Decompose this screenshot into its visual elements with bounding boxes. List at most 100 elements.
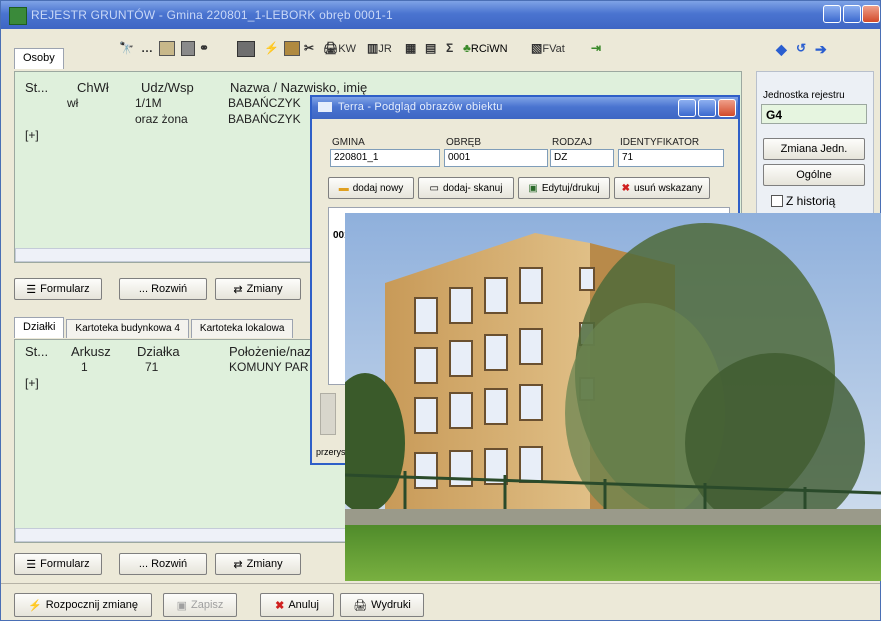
dodaj-nowy-button[interactable]: ▬ dodaj nowy <box>328 177 414 199</box>
rodzaj-field[interactable]: DZ <box>550 149 614 167</box>
rozwin-bottom-button[interactable]: ... Rozwiń <box>119 553 207 575</box>
more-icon[interactable]: … <box>141 41 153 55</box>
sum-icon[interactable]: Σ <box>446 41 453 55</box>
exit-icon[interactable]: ⇥ <box>591 41 601 55</box>
wydruki-button[interactable]: 🖨 Wydruki <box>340 593 424 617</box>
link-icon[interactable]: ⚭ <box>199 41 209 55</box>
formularz-top-label: Formularz <box>40 283 90 295</box>
folder-icon: ▬ <box>338 182 349 194</box>
book-jr-icon[interactable]: ▥JR <box>367 41 392 55</box>
lightning-icon-2: ⚡ <box>27 599 42 612</box>
expand-plus-d[interactable]: [+] <box>25 376 39 390</box>
toolbar-rciwn-label: RCiWN <box>470 43 508 55</box>
cell-polozenie[interactable]: KOMUNY PAR <box>229 360 309 374</box>
wydruki-label: Wydruki <box>371 599 411 611</box>
dialog-close-button[interactable] <box>718 99 736 117</box>
main-titlebar[interactable]: REJESTR GRUNTÓW - Gmina 220801_1-LEBORK … <box>1 1 880 29</box>
copy-icon[interactable] <box>284 41 300 56</box>
cell-nazwa-2[interactable]: BABAŃCZYK <box>228 112 301 126</box>
dialog-side-button[interactable] <box>320 393 336 435</box>
dialog-minimize-button[interactable] <box>678 99 696 117</box>
minimize-button[interactable] <box>823 5 841 23</box>
printer-icon: 🖨 <box>353 599 368 612</box>
list-icon-2: ☰ <box>26 558 37 571</box>
col-chwl: ChWł <box>77 80 109 95</box>
ogolne-button[interactable]: Ogólne <box>763 164 865 186</box>
image-icon: ▣ <box>528 182 538 194</box>
dialog-icon <box>318 102 332 112</box>
zmiany-bottom-button[interactable]: ⇄ Zmiany <box>215 553 301 575</box>
col-dzialka: Działka <box>137 344 180 359</box>
photo-svg <box>345 213 881 581</box>
arrow-right-icon[interactable]: ➔ <box>815 41 827 58</box>
zmiana-jedn-button[interactable]: Zmiana Jedn. <box>763 138 865 160</box>
cell-udz-2[interactable]: oraz żona <box>135 112 188 126</box>
rozpocznij-label: Rozpocznij zmianę <box>45 599 139 611</box>
calculator-icon[interactable]: ▤ <box>425 41 436 55</box>
usun-label: usuń wskazany <box>634 182 703 194</box>
cell-arkusz[interactable]: 1 <box>81 360 88 374</box>
dodaj-skanuj-button[interactable]: ▭ dodaj- skanuj <box>418 177 514 199</box>
undo-icon[interactable]: ↺ <box>796 41 806 55</box>
col-nazwa: Nazwa / Nazwisko, imię <box>230 80 368 95</box>
cell-nazwa[interactable]: BABAŃCZYK <box>228 96 301 110</box>
expand-plus[interactable]: [+] <box>25 128 39 142</box>
rciwn-icon[interactable]: ♣RCiWN <box>463 41 508 55</box>
cell-chwl[interactable]: wł <box>67 96 78 110</box>
jednostka-label: Jednostka rejestru <box>763 90 845 101</box>
jednostka-value: G4 <box>761 104 867 124</box>
col-arkusz: Arkusz <box>71 344 111 359</box>
app-logo-icon <box>9 7 27 25</box>
zmiany-top-button[interactable]: ⇄ Zmiany <box>215 278 301 300</box>
scissors-icon[interactable]: ✂ <box>304 41 314 55</box>
building-icon[interactable] <box>159 41 175 56</box>
zmiany-bottom-label: Zmiany <box>246 558 283 570</box>
rozwin-top-button[interactable]: ... Rozwiń <box>119 278 207 300</box>
lower-tabs: Działki Kartoteka budynkowa 4 Kartoteka … <box>14 317 295 338</box>
edytuj-button[interactable]: ▣ Edytuj/drukuj <box>518 177 610 199</box>
rozpocznij-button[interactable]: ⚡ Rozpocznij zmianę <box>14 593 152 617</box>
printer-kw-icon[interactable]: 🖨KW <box>323 41 356 55</box>
zapisz-button[interactable]: ▣ Zapisz <box>163 593 237 617</box>
tab-dzialki[interactable]: Działki <box>14 317 65 338</box>
binoculars-icon[interactable]: 🔭 <box>119 41 134 55</box>
z-historia-checkbox[interactable]: Z historią <box>771 194 835 208</box>
tab-kartoteka-budynkowa[interactable]: Kartoteka budynkowa 4 <box>66 319 189 338</box>
lightning-icon[interactable]: ⚡ <box>264 41 279 55</box>
anuluj-label: Anuluj <box>288 599 319 611</box>
obreb-field[interactable]: 0001 <box>444 149 548 167</box>
anuluj-button[interactable]: ✖ Anuluj <box>260 593 334 617</box>
cell-udz[interactable]: 1/1M <box>135 96 162 110</box>
scanner-icon: ▭ <box>429 182 439 194</box>
label-identyfikator: IDENTYFIKATOR <box>620 137 700 148</box>
window-title: REJESTR GRUNTÓW - Gmina 220801_1-LEBORK … <box>31 8 393 22</box>
delete-icon: ✖ <box>621 182 630 194</box>
book-icon[interactable] <box>181 41 195 56</box>
dodaj-skanuj-label: dodaj- skanuj <box>442 182 503 194</box>
dialog-title: Terra - Podgląd obrazów obiektu <box>338 101 503 113</box>
cell-dzialka[interactable]: 71 <box>145 360 158 374</box>
changes-icon-2: ⇄ <box>233 558 243 571</box>
identyfikator-field[interactable]: 71 <box>618 149 724 167</box>
arrow-left-icon[interactable]: ◆ <box>776 41 787 58</box>
dialog-status: przerys <box>316 447 346 457</box>
changes-icon: ⇄ <box>233 283 243 296</box>
col-st-d: St... <box>25 344 49 359</box>
maximize-button[interactable] <box>843 5 861 23</box>
formularz-top-button[interactable]: ☰ Formularz <box>14 278 102 300</box>
gmina-field[interactable]: 220801_1 <box>330 149 440 167</box>
fvat-icon[interactable]: ▧FVat <box>531 41 565 55</box>
dialog-maximize-button[interactable] <box>698 99 716 117</box>
label-rodzaj: RODZAJ <box>552 137 592 148</box>
list-icon: ☰ <box>26 283 37 296</box>
tab-osoby[interactable]: Osoby <box>14 48 64 69</box>
camera-icon[interactable] <box>237 41 255 57</box>
dodaj-nowy-label: dodaj nowy <box>352 182 404 194</box>
close-button[interactable] <box>862 5 880 23</box>
formularz-bottom-button[interactable]: ☰ Formularz <box>14 553 102 575</box>
dialog-titlebar[interactable]: Terra - Podgląd obrazów obiektu <box>312 97 738 119</box>
tab-kartoteka-lokalowa[interactable]: Kartoteka lokalowa <box>190 319 294 338</box>
usun-button[interactable]: ✖ usuń wskazany <box>614 177 710 199</box>
checkbox-box[interactable] <box>771 195 783 207</box>
map-icon[interactable]: ▦ <box>405 41 416 55</box>
